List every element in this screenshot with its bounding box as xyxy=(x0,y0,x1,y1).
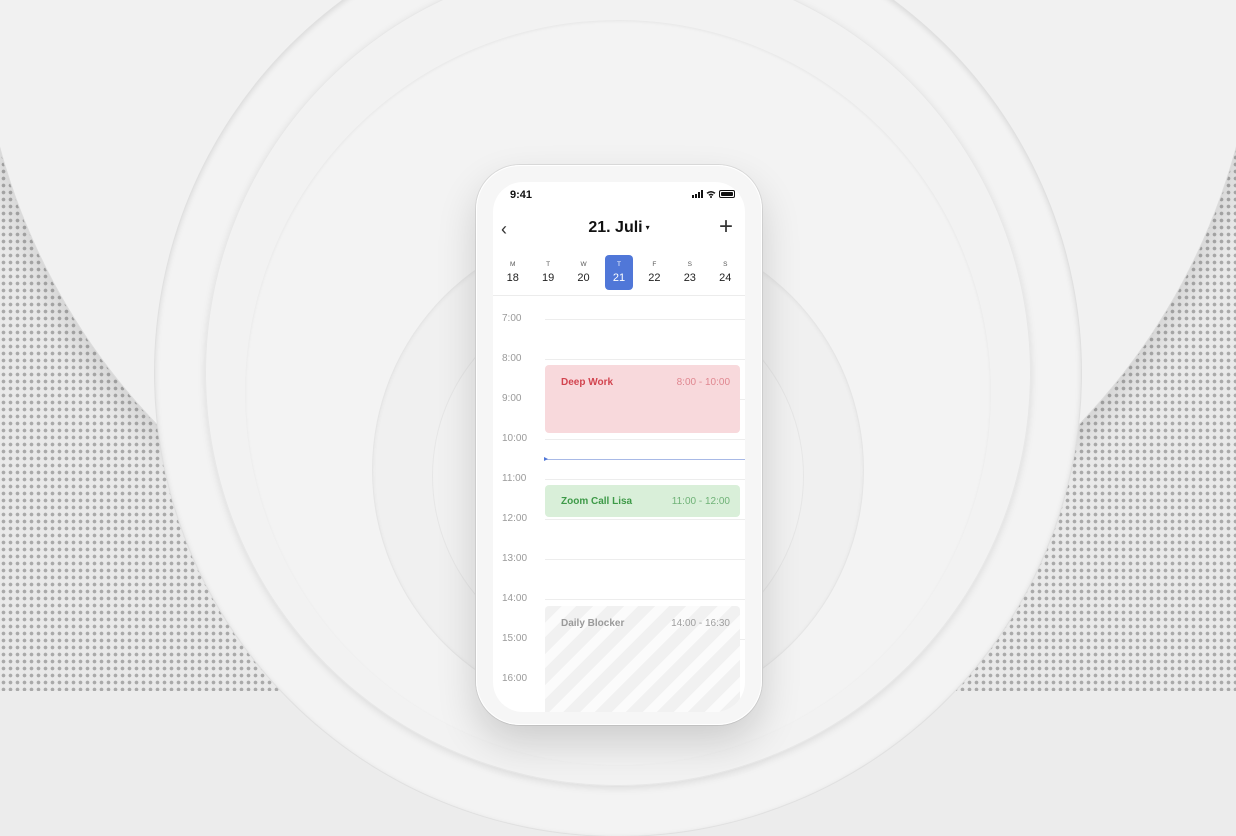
hour-label: 8:00 xyxy=(502,353,522,364)
status-icons xyxy=(692,190,735,198)
event-zoom-call[interactable]: Zoom Call Lisa 11:00 - 12:00 xyxy=(545,485,740,517)
hour-label: 7:00 xyxy=(502,313,522,324)
hour-label: 16:00 xyxy=(502,673,528,684)
day-wed[interactable]: W 20 xyxy=(570,255,598,290)
week-strip: M 18 T 19 W 20 T 21 F 22 S 23 S 24 xyxy=(493,255,745,293)
hour-label: 14:00 xyxy=(502,593,528,604)
signal-icon xyxy=(692,190,703,198)
hour-label: 13:00 xyxy=(502,553,528,564)
calendar-header: ‹ 21. Juli ▾ + xyxy=(493,214,745,245)
current-time-marker-icon xyxy=(544,457,548,461)
day-letter: T xyxy=(616,261,621,268)
day-number: 18 xyxy=(506,272,519,284)
day-letter: T xyxy=(546,261,551,268)
phone-mockup: 9:41 ‹ 21. Juli ▾ + M 18 T 19 W 20 T 21 … xyxy=(476,165,762,725)
hour-line xyxy=(545,599,745,600)
phone-screen: 9:41 ‹ 21. Juli ▾ + M 18 T 19 W 20 T 21 … xyxy=(493,182,745,712)
day-number: 19 xyxy=(542,272,555,284)
day-mon[interactable]: M 18 xyxy=(499,255,527,290)
day-number: 24 xyxy=(719,272,732,284)
day-timeline: 7:00 8:00 9:00 10:00 11:00 12:00 13:00 1… xyxy=(493,296,745,712)
day-thu-selected[interactable]: T 21 xyxy=(604,255,633,290)
event-name: Deep Work xyxy=(561,377,614,388)
event-deep-work[interactable]: Deep Work 8:00 - 10:00 xyxy=(545,365,740,433)
hour-label: 9:00 xyxy=(502,393,522,404)
day-sun[interactable]: S 24 xyxy=(711,255,739,290)
event-name: Daily Blocker xyxy=(561,618,625,629)
day-number: 23 xyxy=(683,272,696,284)
hour-line xyxy=(545,359,745,360)
add-event-plus-icon[interactable]: + xyxy=(719,214,733,240)
day-sat[interactable]: S 23 xyxy=(676,255,704,290)
hour-label: 15:00 xyxy=(502,633,528,644)
hour-label: 12:00 xyxy=(502,513,528,524)
hour-line xyxy=(545,559,745,560)
date-title-text: 21. Juli xyxy=(588,219,643,236)
event-daily-blocker[interactable]: Daily Blocker 14:00 - 16:30 xyxy=(545,606,740,712)
event-time: 14:00 - 16:30 xyxy=(671,618,730,629)
day-number: 22 xyxy=(648,272,661,284)
caret-down-icon: ▾ xyxy=(645,223,650,232)
day-letter: M xyxy=(509,261,516,268)
day-tue[interactable]: T 19 xyxy=(534,255,562,290)
hour-line xyxy=(545,519,745,520)
day-fri[interactable]: F 22 xyxy=(640,255,668,290)
day-number: 21 xyxy=(612,272,626,284)
event-time: 8:00 - 10:00 xyxy=(676,377,730,388)
day-letter: F xyxy=(652,261,657,268)
day-letter: S xyxy=(723,261,728,268)
wifi-icon xyxy=(706,191,716,198)
day-letter: S xyxy=(687,261,692,268)
hour-line xyxy=(545,319,745,320)
event-time: 11:00 - 12:00 xyxy=(671,496,730,507)
hour-label: 10:00 xyxy=(502,433,528,444)
hour-line xyxy=(545,439,745,440)
hour-label: 11:00 xyxy=(502,473,527,484)
day-number: 20 xyxy=(577,272,590,284)
status-time: 9:41 xyxy=(510,189,533,201)
date-title[interactable]: 21. Juli ▾ xyxy=(493,219,745,237)
status-bar: 9:41 xyxy=(493,182,745,212)
event-name: Zoom Call Lisa xyxy=(561,496,633,507)
day-letter: W xyxy=(580,261,587,268)
current-time-line xyxy=(545,459,745,460)
battery-icon xyxy=(719,190,735,198)
hour-line xyxy=(545,479,745,480)
